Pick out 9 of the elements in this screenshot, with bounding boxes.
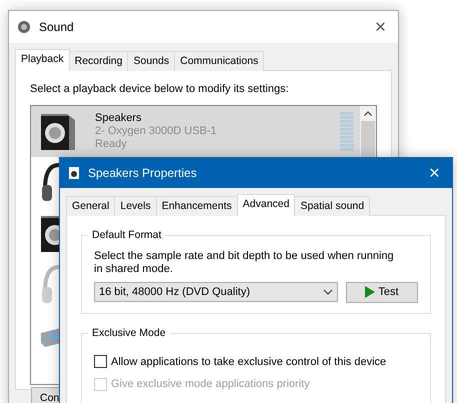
description-text: Select the sample rate and bit depth to be used when running in shared mode. <box>94 250 395 276</box>
checkbox-label: Give exclusive mode applications priority <box>111 377 310 392</box>
checkbox-label: Allow applications to take exclusive control of this device <box>111 354 386 370</box>
device-status: Ready <box>95 138 128 152</box>
window-title: Speakers Properties <box>88 165 198 182</box>
window-title: Sound <box>39 19 75 36</box>
instruction-text: Select a playback device below to modify its settings: <box>30 82 290 97</box>
device-description: 2- Oxygen 3000D USB-1 <box>95 125 218 138</box>
device-name: Speakers <box>95 112 142 126</box>
